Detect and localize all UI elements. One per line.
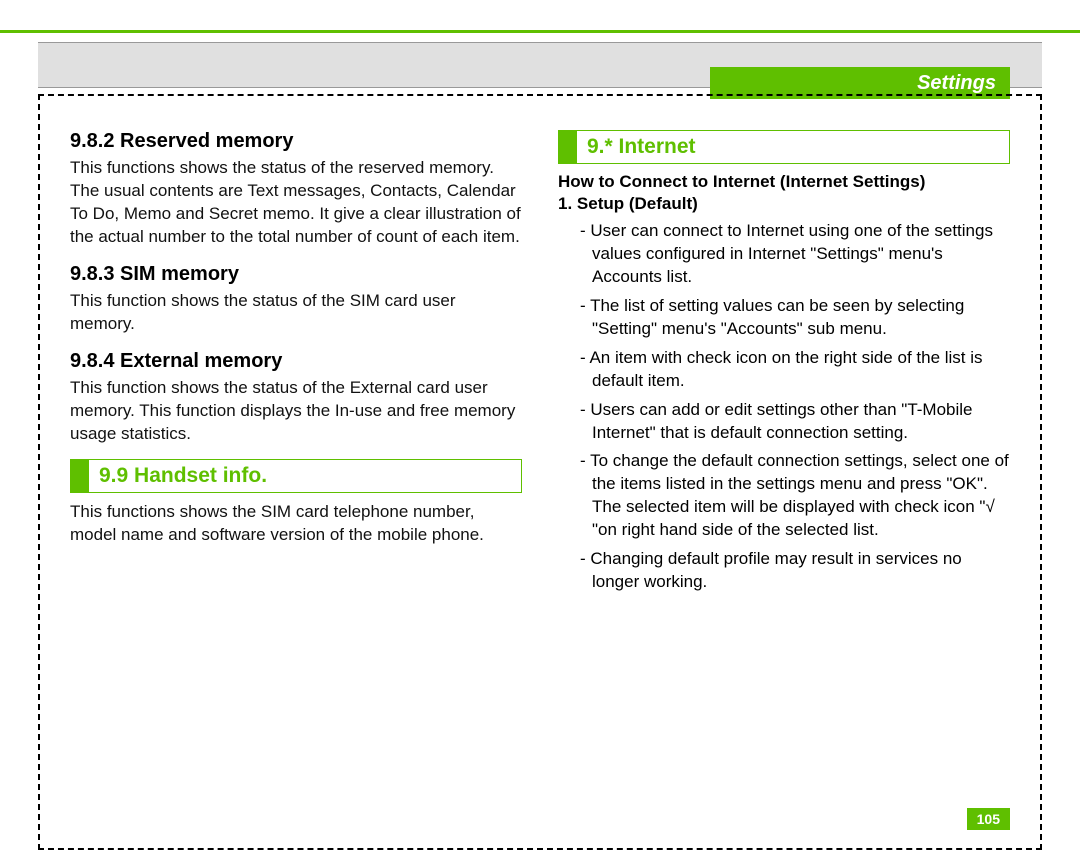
section-heading-internet: 9.* Internet: [558, 130, 1010, 164]
list-item: - Changing default profile may result in…: [580, 548, 1010, 594]
section-heading-bar: [71, 460, 89, 492]
right-column: 9.* Internet How to Connect to Internet …: [558, 130, 1010, 824]
list-item: - User can connect to Internet using one…: [580, 220, 1010, 289]
list-item: - An item with check icon on the right s…: [580, 347, 1010, 393]
manual-page: Settings 9.8.2 Reserved memory This func…: [0, 0, 1080, 864]
list-item: - Users can add or edit settings other t…: [580, 399, 1010, 445]
heading-external-memory: 9.8.4 External memory: [70, 350, 522, 373]
intro-how-to-connect: How to Connect to Internet (Internet Set…: [558, 172, 1010, 192]
section-heading-label: 9.9 Handset info.: [99, 464, 267, 488]
body-external-memory: This function shows the status of the Ex…: [70, 377, 522, 446]
body-sim-memory: This function shows the status of the SI…: [70, 290, 522, 336]
left-column: 9.8.2 Reserved memory This functions sho…: [70, 130, 522, 824]
body-handset-info: This functions shows the SIM card teleph…: [70, 501, 522, 547]
body-reserved-memory: This functions shows the status of the r…: [70, 157, 522, 249]
list-item: - The list of setting values can be seen…: [580, 295, 1010, 341]
setup-default-list: - User can connect to Internet using one…: [580, 220, 1010, 594]
top-accent-line: [0, 30, 1080, 33]
section-tab-label: Settings: [917, 72, 996, 95]
section-heading-label: 9.* Internet: [587, 135, 696, 159]
section-heading-handset-info: 9.9 Handset info.: [70, 459, 522, 493]
intro-setup-default: 1. Setup (Default): [558, 194, 1010, 214]
list-item: - To change the default connection setti…: [580, 450, 1010, 542]
heading-reserved-memory: 9.8.2 Reserved memory: [70, 130, 522, 153]
heading-sim-memory: 9.8.3 SIM memory: [70, 263, 522, 286]
section-heading-bar: [559, 131, 577, 163]
content-columns: 9.8.2 Reserved memory This functions sho…: [70, 130, 1010, 824]
page-number: 105: [967, 808, 1010, 830]
